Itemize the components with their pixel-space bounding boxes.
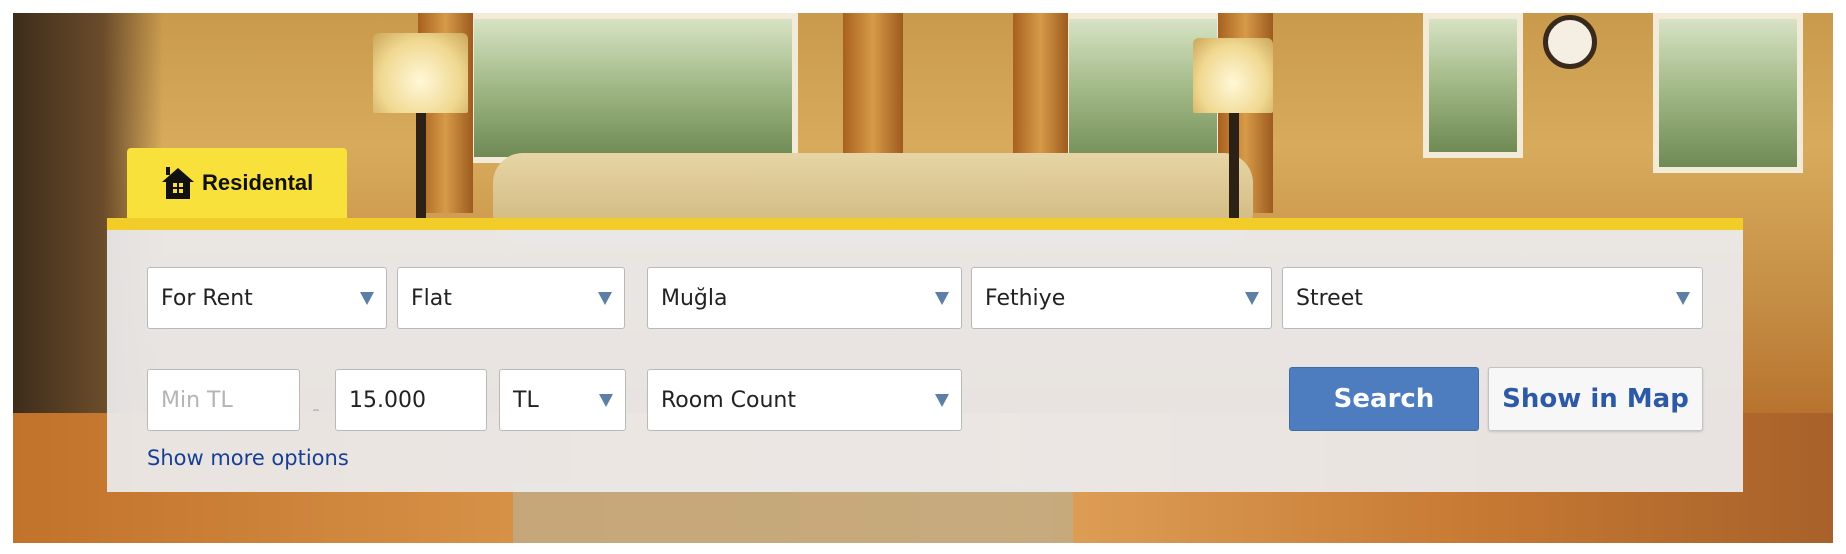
property-type-value: Flat [411,285,452,311]
search-panel [107,218,1743,492]
hero-decor [1543,15,1597,69]
dropdown-arrow-icon [935,292,949,305]
hero-decor [468,13,798,163]
neighbourhood-value: Street [1296,285,1363,311]
max-price-input[interactable]: 15.000 [335,369,487,431]
hero-decor [416,113,426,223]
listing-type-value: For Rent [161,285,253,311]
hero-decor [1423,13,1523,158]
dropdown-arrow-icon [1676,292,1690,305]
listing-type-select[interactable]: For Rent [147,267,387,329]
min-price-input[interactable]: Min TL [147,369,300,431]
district-select[interactable]: Fethiye [971,267,1272,329]
dropdown-arrow-icon [598,292,612,305]
price-separator: - [312,397,320,422]
province-select[interactable]: Muğla [647,267,962,329]
hero-decor [1229,113,1239,223]
tab-residential[interactable]: Residental [127,148,347,218]
dropdown-arrow-icon [360,292,374,305]
dropdown-arrow-icon [935,394,949,407]
hero-decor [373,33,468,113]
property-type-select[interactable]: Flat [397,267,625,329]
dropdown-arrow-icon [1245,292,1259,305]
province-value: Muğla [661,285,728,311]
district-value: Fethiye [985,285,1066,311]
hero-decor [513,483,1073,543]
show-more-options-link[interactable]: Show more options [147,446,349,470]
tab-label: Residental [202,170,314,195]
home-icon [162,167,194,199]
neighbourhood-select[interactable]: Street [1282,267,1703,329]
dropdown-arrow-icon [599,394,613,407]
hero-decor [1653,13,1803,173]
hero-decor [1193,38,1273,113]
max-price-value: 15.000 [349,387,426,413]
currency-value: TL [513,387,539,413]
room-count-value: Room Count [661,387,796,413]
room-count-select[interactable]: Room Count [647,369,962,431]
min-price-placeholder: Min TL [161,387,233,413]
show-in-map-button[interactable]: Show in Map [1488,367,1703,431]
search-button[interactable]: Search [1289,367,1479,431]
currency-select[interactable]: TL [499,369,626,431]
